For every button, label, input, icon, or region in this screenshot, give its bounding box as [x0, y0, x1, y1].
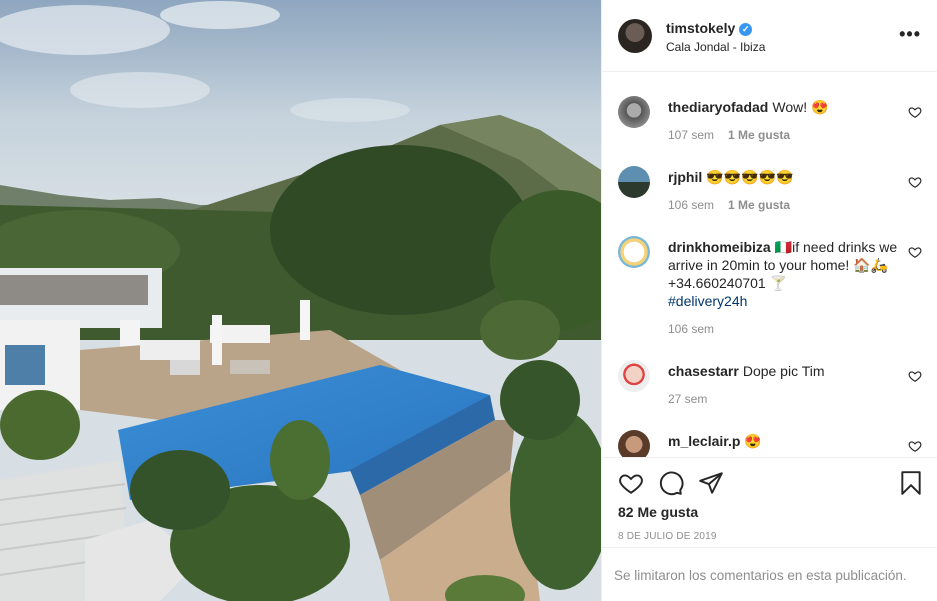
post-location[interactable]: Cala Jondal - Ibiza — [666, 40, 765, 54]
comment-text: 😍 — [744, 433, 762, 449]
commenter-username[interactable]: drinkhomeibiza — [668, 239, 771, 255]
comment-item: m_leclair.p 😍 — [618, 430, 922, 457]
comments-limited-notice: Se limitaron los comentarios en esta pub… — [602, 547, 937, 601]
likes-count[interactable]: 82 Me gusta — [618, 504, 698, 520]
author-username[interactable]: timstokely — [666, 20, 735, 36]
villa-pool-image — [0, 0, 601, 601]
comment-item: rjphil 😎😎😎😎😎 106 sem 1 Me gusta — [618, 166, 922, 226]
comment-age: 106 sem — [668, 198, 715, 212]
heart-icon[interactable] — [908, 439, 922, 453]
commenter-username[interactable]: thediaryofadad — [668, 99, 768, 115]
commenter-username[interactable]: chasestarr — [668, 363, 739, 379]
comment-age: 106 sem — [668, 322, 715, 336]
commenter-username[interactable]: rjphil — [668, 169, 702, 185]
post-header: timstokely ✓ Cala Jondal - Ibiza ••• — [602, 0, 937, 72]
commenter-avatar[interactable] — [618, 430, 650, 457]
comment-likes[interactable]: 1 Me gusta — [728, 198, 790, 212]
commenter-avatar[interactable] — [618, 360, 650, 392]
comment-meta: 106 sem 1 Me gusta — [668, 198, 790, 212]
comment-body: drinkhomeibiza 🇮🇹if need drinks we arrive… — [668, 238, 898, 310]
comment-body: chasestarr Dope pic Tim — [668, 362, 898, 380]
comment-age: 107 sem — [668, 128, 715, 142]
bookmark-icon[interactable] — [898, 470, 924, 496]
comments-limited-text: Se limitaron los comentarios en esta pub… — [614, 568, 907, 583]
comment-meta: 107 sem 1 Me gusta — [668, 128, 790, 142]
comment-body: rjphil 😎😎😎😎😎 — [668, 168, 898, 186]
heart-icon[interactable] — [618, 470, 644, 496]
commenter-avatar[interactable] — [618, 96, 650, 128]
ellipsis-icon[interactable]: ••• — [899, 24, 921, 45]
comment-hashtag[interactable]: #delivery24h — [668, 293, 747, 309]
comment-item: chasestarr Dope pic Tim 27 sem — [618, 360, 922, 420]
verified-badge-icon: ✓ — [739, 23, 753, 36]
comment-text: Wow! 😍 — [772, 99, 829, 115]
author-username-row: timstokely ✓ — [666, 20, 753, 36]
commenter-avatar[interactable] — [618, 166, 650, 198]
comment-text: Dope pic Tim — [742, 363, 825, 379]
heart-icon[interactable] — [908, 245, 922, 259]
comment-item: drinkhomeibiza 🇮🇹if need drinks we arrive… — [618, 236, 922, 346]
comment-item: thediaryofadad Wow! 😍 107 sem 1 Me gusta — [618, 96, 922, 156]
comment-body: thediaryofadad Wow! 😍 — [668, 98, 898, 116]
comment-body: m_leclair.p 😍 — [668, 432, 898, 450]
comment-meta: 106 sem — [668, 322, 714, 336]
post-side-panel: timstokely ✓ Cala Jondal - Ibiza ••• thed… — [601, 0, 937, 601]
commenter-username[interactable]: m_leclair.p — [668, 433, 740, 449]
comment-icon[interactable] — [658, 470, 684, 496]
comment-likes[interactable]: 1 Me gusta — [728, 128, 790, 142]
comment-meta: 27 sem — [668, 392, 707, 406]
comment-age: 27 sem — [668, 392, 708, 406]
post-date[interactable]: 8 DE JULIO DE 2019 — [618, 531, 717, 542]
author-avatar[interactable] — [618, 19, 652, 53]
comments-list: thediaryofadad Wow! 😍 107 sem 1 Me gusta r… — [602, 73, 937, 457]
heart-icon[interactable] — [908, 105, 922, 119]
comment-text: 😎😎😎😎😎 — [706, 169, 794, 185]
send-icon[interactable] — [698, 470, 724, 496]
post-actions: 82 Me gusta 8 DE JULIO DE 2019 — [602, 457, 937, 547]
post-photo[interactable] — [0, 0, 601, 601]
heart-icon[interactable] — [908, 369, 922, 383]
heart-icon[interactable] — [908, 175, 922, 189]
commenter-avatar[interactable] — [618, 236, 650, 268]
